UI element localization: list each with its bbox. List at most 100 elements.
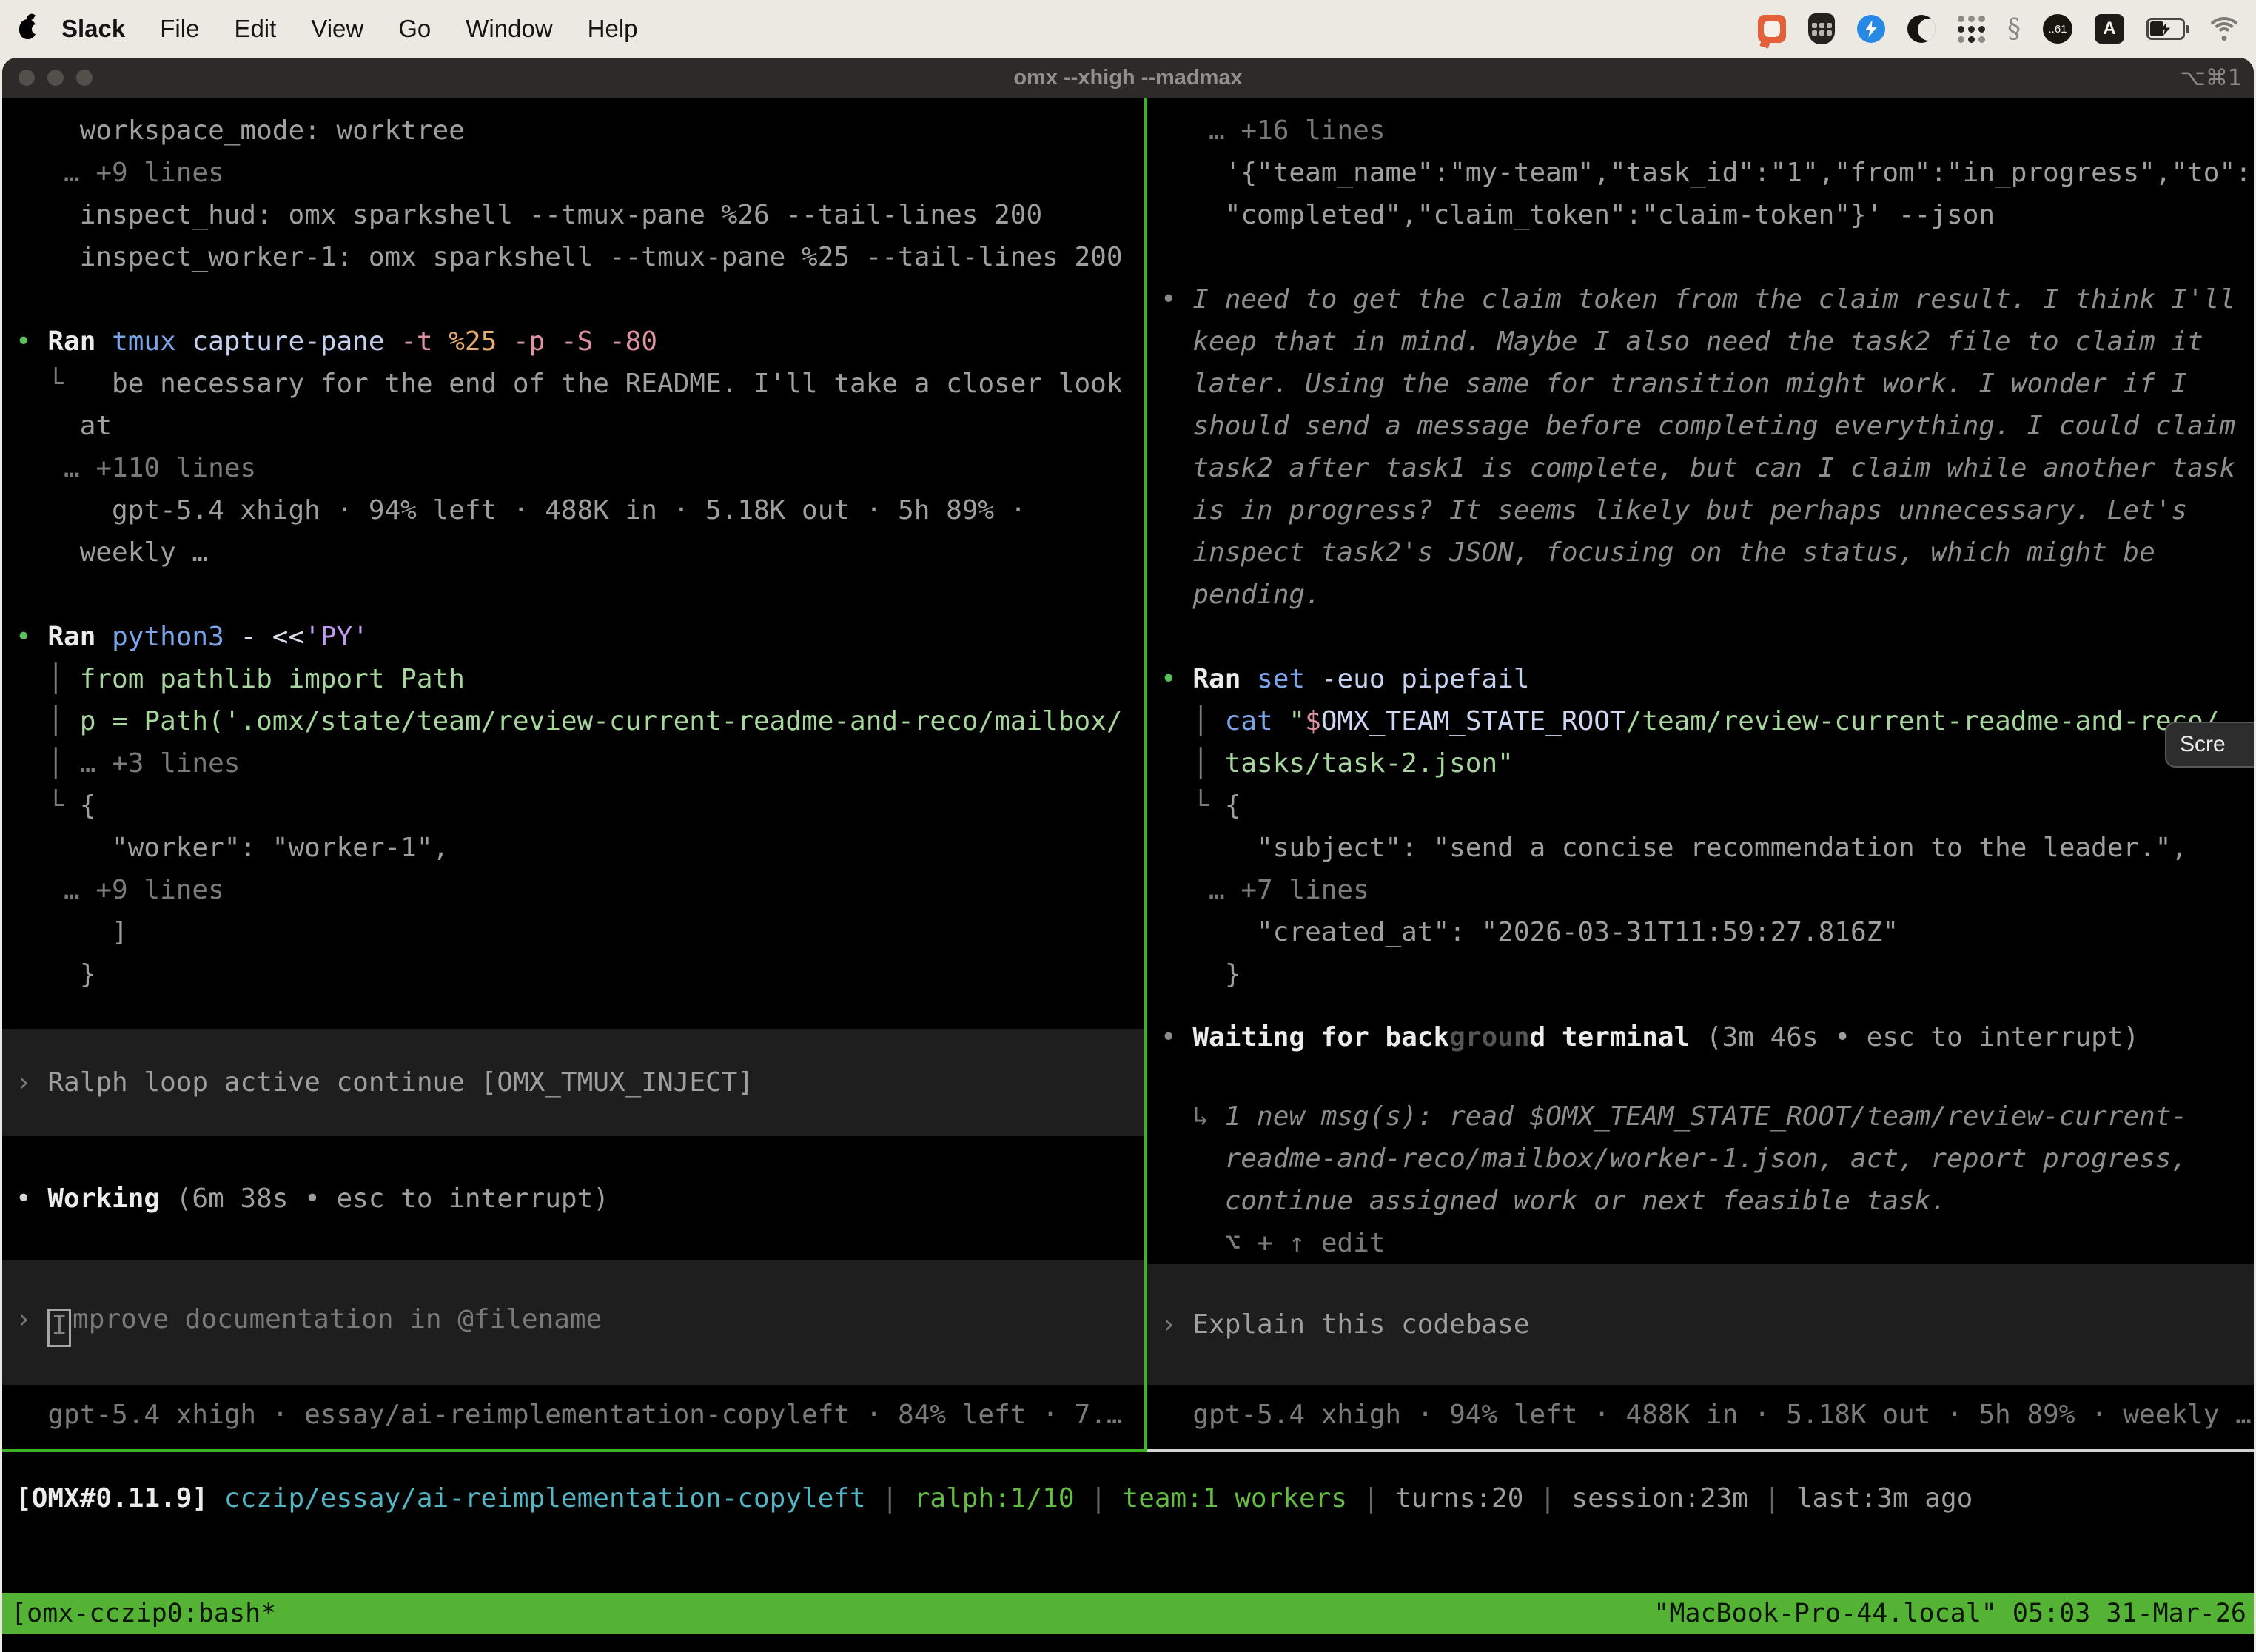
terminal-line: │ … +3 lines bbox=[2, 742, 1144, 785]
improve-docs-prompt[interactable]: › Improve documentation in @filename bbox=[2, 1260, 1144, 1385]
terminal-line bbox=[1147, 616, 2254, 658]
terminal-line: • Waiting for background terminal (3m 46… bbox=[1147, 1016, 2254, 1058]
terminal-line: … +9 lines bbox=[2, 869, 1144, 911]
terminal-line: "completed","claim_token":"claim-token"}… bbox=[1147, 194, 2254, 236]
terminal-line: "subject": "send a concise recommendatio… bbox=[1147, 827, 2254, 869]
terminal-line: │ p = Path('.omx/state/team/review-curre… bbox=[2, 700, 1144, 742]
terminal-line: • Ran python3 - <<'PY' bbox=[2, 616, 1144, 658]
terminal-line: ↳ 1 new msg(s): read $OMX_TEAM_STATE_ROO… bbox=[1147, 1095, 2254, 1138]
menu-item-edit[interactable]: Edit bbox=[234, 15, 276, 43]
terminal-line: … +7 lines bbox=[1147, 869, 2254, 911]
terminal-line: weekly … bbox=[2, 531, 1144, 574]
terminal-line: › Explain this codebase bbox=[1147, 1303, 2254, 1346]
terminal-line: inspect_worker-1: omx sparkshell --tmux-… bbox=[2, 236, 1144, 278]
menu-item-file[interactable]: File bbox=[160, 15, 199, 43]
terminal-line: │ cat "$OMX_TEAM_STATE_ROOT/team/review-… bbox=[1147, 700, 2254, 742]
tmux-host-clock: "MacBook-Pro-44.local" 05:03 31-Mar-26 bbox=[1654, 1599, 2254, 1628]
wifi-icon[interactable] bbox=[2207, 12, 2241, 46]
blue-bolt-icon[interactable] bbox=[1857, 12, 1885, 46]
explain-codebase-prompt[interactable]: › Explain this codebase bbox=[1147, 1264, 2254, 1385]
menu-item-help[interactable]: Help bbox=[588, 15, 638, 43]
menu-bar-status-icons: § ..61 A bbox=[1758, 12, 2241, 46]
terminal-line: is in progress? It seems likely but perh… bbox=[1147, 489, 2254, 531]
ralph-loop-banner[interactable]: › Ralph loop active continue [OMX_TMUX_I… bbox=[2, 1029, 1144, 1136]
terminal-line: └ be necessary for the end of the README… bbox=[2, 363, 1144, 405]
terminal-line: keep that in mind. Maybe I also need the… bbox=[1147, 320, 2254, 363]
battery-icon[interactable] bbox=[2146, 12, 2185, 46]
s-curve-icon[interactable]: § bbox=[2007, 12, 2021, 46]
terminal-line: ] bbox=[2, 911, 1144, 953]
terminal-pane-right[interactable]: … +16 lines '{"team_name":"my-team","tas… bbox=[1147, 98, 2254, 1449]
terminal-line bbox=[2, 278, 1144, 320]
terminal-line: • Working (6m 38s • esc to interrupt) bbox=[2, 1178, 1144, 1220]
terminal-line: at bbox=[2, 405, 1144, 447]
terminal-line: "created_at": "2026-03-31T11:59:27.816Z" bbox=[1147, 911, 2254, 953]
tmux-status-bar: [omx-cczip0:bash* "MacBook-Pro-44.local"… bbox=[2, 1593, 2254, 1634]
menu-item-window[interactable]: Window bbox=[466, 15, 552, 43]
terminal-line: … +16 lines bbox=[1147, 110, 2254, 152]
apple-menu-icon[interactable] bbox=[19, 19, 36, 39]
working-status: • Working (6m 38s • esc to interrupt) bbox=[2, 1136, 1144, 1260]
terminal-line bbox=[2, 574, 1144, 616]
pane-bottom-border-inactive bbox=[1147, 1449, 2254, 1452]
chat-app-icon[interactable] bbox=[1758, 12, 1786, 46]
terminal-line: '{"team_name":"my-team","task_id":"1","f… bbox=[1147, 152, 2254, 194]
terminal-line: … +110 lines bbox=[2, 447, 1144, 489]
space bbox=[1147, 995, 2254, 1016]
omx-status-line: [OMX#0.11.9] cczip/essay/ai-reimplementa… bbox=[2, 1477, 2254, 1521]
tmux-session-label: [omx-cczip0:bash* bbox=[2, 1599, 276, 1628]
terminal-window: omx --xhigh --madmax ⌥⌘1 workspace_mode:… bbox=[2, 58, 2254, 1652]
terminal-line: … +9 lines bbox=[2, 152, 1144, 194]
tooltip: Scre bbox=[2165, 722, 2254, 768]
space bbox=[2, 98, 1144, 110]
pane-bottom-border-active bbox=[2, 1449, 1147, 1452]
left-pane-footer: gpt-5.4 xhigh · essay/ai-reimplementatio… bbox=[2, 1385, 1144, 1449]
crescent-app-icon[interactable] bbox=[1907, 12, 1936, 46]
terminal-line: should send a message before completing … bbox=[1147, 405, 2254, 447]
input-source-icon[interactable]: A bbox=[2095, 12, 2124, 46]
terminal-line: } bbox=[1147, 953, 2254, 995]
terminal-line: later. Using the same for transition mig… bbox=[1147, 363, 2254, 405]
space bbox=[1147, 98, 2254, 110]
terminal-line: readme-and-reco/mailbox/worker-1.json, a… bbox=[1147, 1138, 2254, 1180]
menu-items: File Edit View Go Window Help bbox=[160, 15, 637, 43]
space bbox=[1147, 1058, 2254, 1095]
terminal-line: task2 after task1 is complete, but can I… bbox=[1147, 447, 2254, 489]
right-pane-footer: gpt-5.4 xhigh · 94% left · 488K in · 5.1… bbox=[1147, 1385, 2254, 1449]
terminal-line: } bbox=[2, 953, 1144, 995]
terminal-line: • Ran set -euo pipefail bbox=[1147, 658, 2254, 700]
terminal-line: inspect task2's JSON, focusing on the st… bbox=[1147, 531, 2254, 574]
window-titlebar[interactable]: omx --xhigh --madmax ⌥⌘1 bbox=[2, 58, 2254, 98]
terminal-line: pending. bbox=[1147, 574, 2254, 616]
menu-item-view[interactable]: View bbox=[311, 15, 363, 43]
desktop: Slack File Edit View Go Window Help § ..61 A bbox=[0, 0, 2256, 1652]
terminal-line: inspect_hud: omx sparkshell --tmux-pane … bbox=[2, 194, 1144, 236]
dots-grid-icon[interactable] bbox=[1958, 12, 1985, 46]
terminal-line: "worker": "worker-1", bbox=[2, 827, 1144, 869]
menu-bar: Slack File Edit View Go Window Help § ..61 A bbox=[0, 0, 2256, 58]
terminal-line: › Improve documentation in @filename bbox=[2, 1298, 1144, 1347]
terminal-line: └ { bbox=[2, 785, 1144, 827]
terminal-line: │ from pathlib import Path bbox=[2, 658, 1144, 700]
terminal-line: continue assigned work or next feasible … bbox=[1147, 1180, 2254, 1222]
terminal-line bbox=[1147, 236, 2254, 278]
terminal-line: └ { bbox=[1147, 785, 2254, 827]
terminal-line: gpt-5.4 xhigh · 94% left · 488K in · 5.1… bbox=[2, 489, 1144, 531]
menu-app-name[interactable]: Slack bbox=[61, 15, 125, 43]
terminal-line: ⌥ + ↑ edit bbox=[1147, 1222, 2254, 1264]
terminal-line: • I need to get the claim token from the… bbox=[1147, 278, 2254, 320]
tooltip-text: Scre bbox=[2180, 732, 2226, 757]
shield-grid-icon[interactable] bbox=[1808, 12, 1835, 46]
terminal-line: workspace_mode: worktree bbox=[2, 110, 1144, 152]
terminal-line: gpt-5.4 xhigh · essay/ai-reimplementatio… bbox=[2, 1394, 1144, 1436]
terminal-line: • Ran tmux capture-pane -t %25 -p -S -80 bbox=[2, 320, 1144, 363]
terminal-line: │ tasks/task-2.json" bbox=[1147, 742, 2254, 785]
window-title: omx --xhigh --madmax bbox=[2, 66, 2254, 90]
terminal-line: › Ralph loop active continue [OMX_TMUX_I… bbox=[2, 1061, 1144, 1104]
space bbox=[2, 995, 1144, 1029]
menu-item-go[interactable]: Go bbox=[398, 15, 431, 43]
terminal-pane-left[interactable]: workspace_mode: worktree … +9 lines insp… bbox=[2, 98, 1144, 1449]
window-shortcut-hint: ⌥⌘1 bbox=[2180, 65, 2254, 91]
percent-badge-icon[interactable]: ..61 bbox=[2043, 12, 2072, 46]
terminal-line: gpt-5.4 xhigh · 94% left · 488K in · 5.1… bbox=[1147, 1394, 2254, 1436]
